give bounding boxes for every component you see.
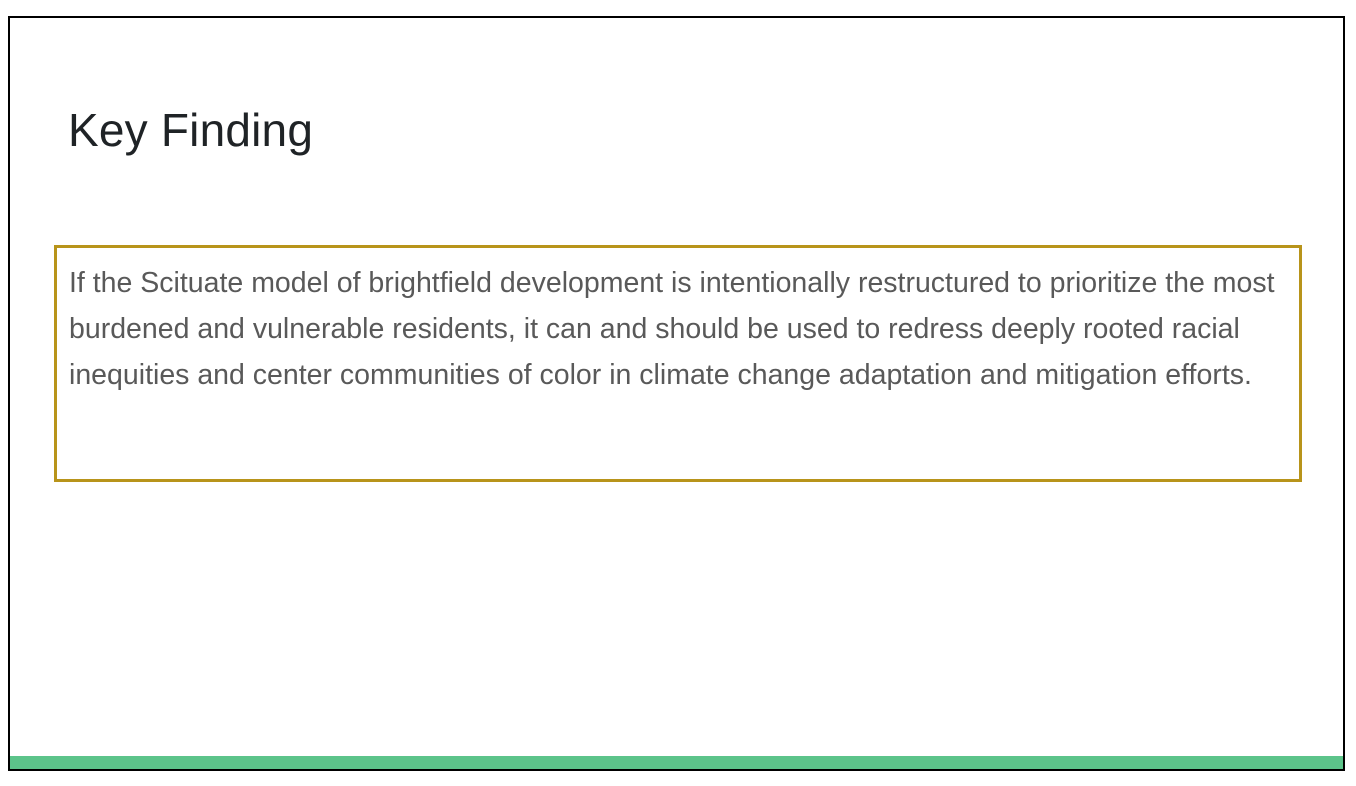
- key-finding-text: If the Scituate model of brightfield dev…: [69, 267, 1275, 391]
- slide-title: Key Finding: [68, 104, 314, 156]
- slide: Key Finding If the Scituate model of bri…: [8, 16, 1345, 771]
- key-finding-box: If the Scituate model of brightfield dev…: [54, 245, 1302, 482]
- footer-accent-bar: [10, 756, 1343, 769]
